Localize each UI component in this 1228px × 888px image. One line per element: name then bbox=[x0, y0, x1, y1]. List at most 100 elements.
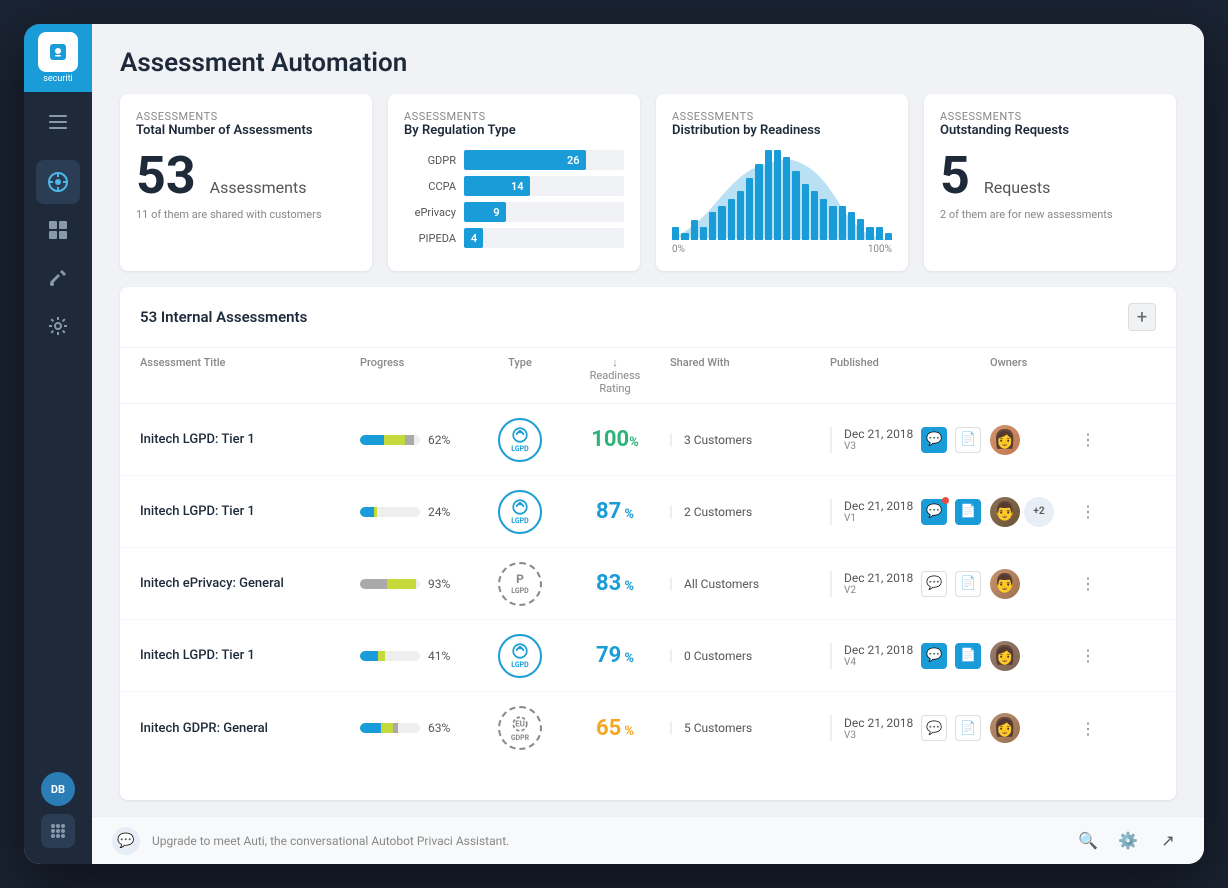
chat-icon-2[interactable]: 💬 bbox=[921, 499, 947, 525]
row-title-5: Initech GDPR: General bbox=[140, 721, 360, 736]
col-header-title: Assessment Title bbox=[140, 356, 360, 395]
chat-icon-5[interactable]: 💬 bbox=[921, 715, 947, 741]
apps-icon[interactable] bbox=[41, 814, 75, 848]
assessments-table: 53 Internal Assessments + Assessment Tit… bbox=[120, 287, 1176, 800]
shared-cell-1: 3 Customers bbox=[670, 433, 830, 447]
pub-ver-4: V4 bbox=[844, 657, 913, 668]
owners-cell-2: 👨 +2 ⋮ bbox=[990, 497, 1100, 527]
progress-pct-3: 93% bbox=[428, 577, 450, 591]
sidebar-item-tools[interactable] bbox=[36, 256, 80, 300]
logo-area: securiti bbox=[24, 24, 92, 92]
shared-count-4: 0 Customers bbox=[684, 649, 752, 663]
chat-icon-3[interactable]: 💬 bbox=[921, 571, 947, 597]
bar-row-eprivacy: ePrivacy 9 bbox=[404, 202, 624, 222]
readiness-val-1: 100% bbox=[591, 427, 639, 452]
owners-cell-4: 👩 ⋮ bbox=[990, 641, 1100, 671]
stat-sub-4: 2 of them are for new assessments bbox=[940, 208, 1160, 221]
dist-axis-end: 100% bbox=[868, 244, 892, 255]
readiness-val-2: 87 % bbox=[596, 499, 634, 524]
progress-cell-2: 24% bbox=[360, 505, 480, 519]
bar-row-ccpa: CCPA 14 bbox=[404, 176, 624, 196]
dist-axis-labels: 0% 100% bbox=[672, 244, 892, 255]
stat-number-4: 5 bbox=[940, 150, 970, 202]
progress-pct-1: 62% bbox=[428, 433, 450, 447]
progress-cell-4: 41% bbox=[360, 649, 480, 663]
chat-icon-4[interactable]: 💬 bbox=[921, 643, 947, 669]
bar-fill-eprivacy: 9 bbox=[464, 202, 506, 222]
page-title: Assessment Automation bbox=[120, 48, 1176, 78]
shared-count-5: 5 Customers bbox=[684, 721, 752, 735]
logo-text: securiti bbox=[43, 74, 72, 84]
readiness-cell-5: 65 % bbox=[560, 716, 670, 741]
type-cell-4: LGPD bbox=[480, 634, 560, 678]
progress-bar-1 bbox=[360, 435, 420, 445]
published-cell-5: Dec 21, 2018 V3 💬 📄 bbox=[830, 715, 990, 741]
readiness-val-5: 65 % bbox=[596, 716, 634, 741]
stat-label-1: Assessments bbox=[136, 110, 356, 123]
shared-cell-4: 0 Customers bbox=[670, 649, 830, 663]
progress-bar-4 bbox=[360, 651, 420, 661]
sidebar-bottom: DB bbox=[41, 772, 75, 864]
progress-bar-3 bbox=[360, 579, 420, 589]
row-title-1: Initech LGPD: Tier 1 bbox=[140, 432, 360, 447]
table-header: 53 Internal Assessments + bbox=[120, 287, 1176, 348]
sidebar-item-settings[interactable] bbox=[36, 304, 80, 348]
stat-card-distribution: Assessments Distribution by Readiness bbox=[656, 94, 908, 271]
progress-bar-5 bbox=[360, 723, 420, 733]
col-header-owners: Owners bbox=[990, 356, 1100, 395]
file-icon-1[interactable]: 📄 bbox=[955, 427, 981, 453]
pub-date-2: Dec 21, 2018 bbox=[844, 499, 913, 513]
table-row: Initech LGPD: Tier 1 24% bbox=[120, 476, 1176, 548]
pub-ver-2: V1 bbox=[844, 513, 913, 524]
readiness-cell-2: 87 % bbox=[560, 499, 670, 524]
more-menu-4[interactable]: ⋮ bbox=[1076, 644, 1100, 668]
shared-count-2: 2 Customers bbox=[684, 505, 752, 519]
sidebar-item-dashboard[interactable] bbox=[36, 208, 80, 252]
filter-icon[interactable]: ⚙️ bbox=[1112, 825, 1144, 857]
owner-avatar-2a: 👨 bbox=[990, 497, 1020, 527]
pub-ver-5: V3 bbox=[844, 730, 913, 741]
more-menu-3[interactable]: ⋮ bbox=[1076, 572, 1100, 596]
progress-cell-5: 63% bbox=[360, 721, 480, 735]
bar-track-eprivacy: 9 bbox=[464, 202, 624, 222]
bar-fill-pipeda: 4 bbox=[464, 228, 483, 248]
stat-unit-4: Requests bbox=[984, 178, 1051, 197]
stat-title-3: Distribution by Readiness bbox=[672, 123, 892, 138]
add-assessment-button[interactable]: + bbox=[1128, 303, 1156, 331]
progress-bar-2 bbox=[360, 507, 420, 517]
progress-pct-4: 41% bbox=[428, 649, 450, 663]
sidebar: securiti bbox=[24, 24, 92, 864]
stat-number-1: 53 bbox=[136, 150, 196, 202]
menu-toggle[interactable] bbox=[24, 100, 92, 144]
file-icon-2[interactable]: 📄 bbox=[955, 499, 981, 525]
distribution-chart bbox=[672, 150, 892, 240]
table-rows: Initech LGPD: Tier 1 62% bbox=[120, 404, 1176, 800]
file-icon-4[interactable]: 📄 bbox=[955, 643, 981, 669]
owner-extra-2: +2 bbox=[1024, 497, 1054, 527]
more-menu-1[interactable]: ⋮ bbox=[1076, 428, 1100, 452]
sidebar-item-privacy[interactable] bbox=[36, 160, 80, 204]
more-menu-2[interactable]: ⋮ bbox=[1076, 500, 1100, 524]
more-menu-5[interactable]: ⋮ bbox=[1076, 716, 1100, 740]
chat-bubble-icon: 💬 bbox=[112, 827, 140, 855]
type-cell-5: EU GDPR bbox=[480, 706, 560, 750]
user-avatar[interactable]: DB bbox=[41, 772, 75, 806]
table-row: Initech LGPD: Tier 1 41% bbox=[120, 620, 1176, 692]
shared-cell-5: 5 Customers bbox=[670, 721, 830, 735]
type-badge-2: LGPD bbox=[498, 490, 542, 534]
progress-cell-1: 62% bbox=[360, 433, 480, 447]
file-icon-5[interactable]: 📄 bbox=[955, 715, 981, 741]
type-cell-1: LGPD bbox=[480, 418, 560, 462]
svg-text:EU: EU bbox=[515, 719, 525, 728]
bar-row-pipeda: PIPEDA 4 bbox=[404, 228, 624, 248]
pub-ver-1: V3 bbox=[844, 441, 913, 452]
bar-track-gdpr: 26 bbox=[464, 150, 624, 170]
chat-icon-1[interactable]: 💬 bbox=[921, 427, 947, 453]
file-icon-3[interactable]: 📄 bbox=[955, 571, 981, 597]
bar-value-eprivacy: 9 bbox=[493, 206, 499, 219]
bar-fill-ccpa: 14 bbox=[464, 176, 530, 196]
published-cell-2: Dec 21, 2018 V1 💬 📄 bbox=[830, 499, 990, 525]
search-icon[interactable]: 🔍 bbox=[1072, 825, 1104, 857]
readiness-cell-1: 100% bbox=[560, 427, 670, 452]
export-icon[interactable]: ↗ bbox=[1152, 825, 1184, 857]
